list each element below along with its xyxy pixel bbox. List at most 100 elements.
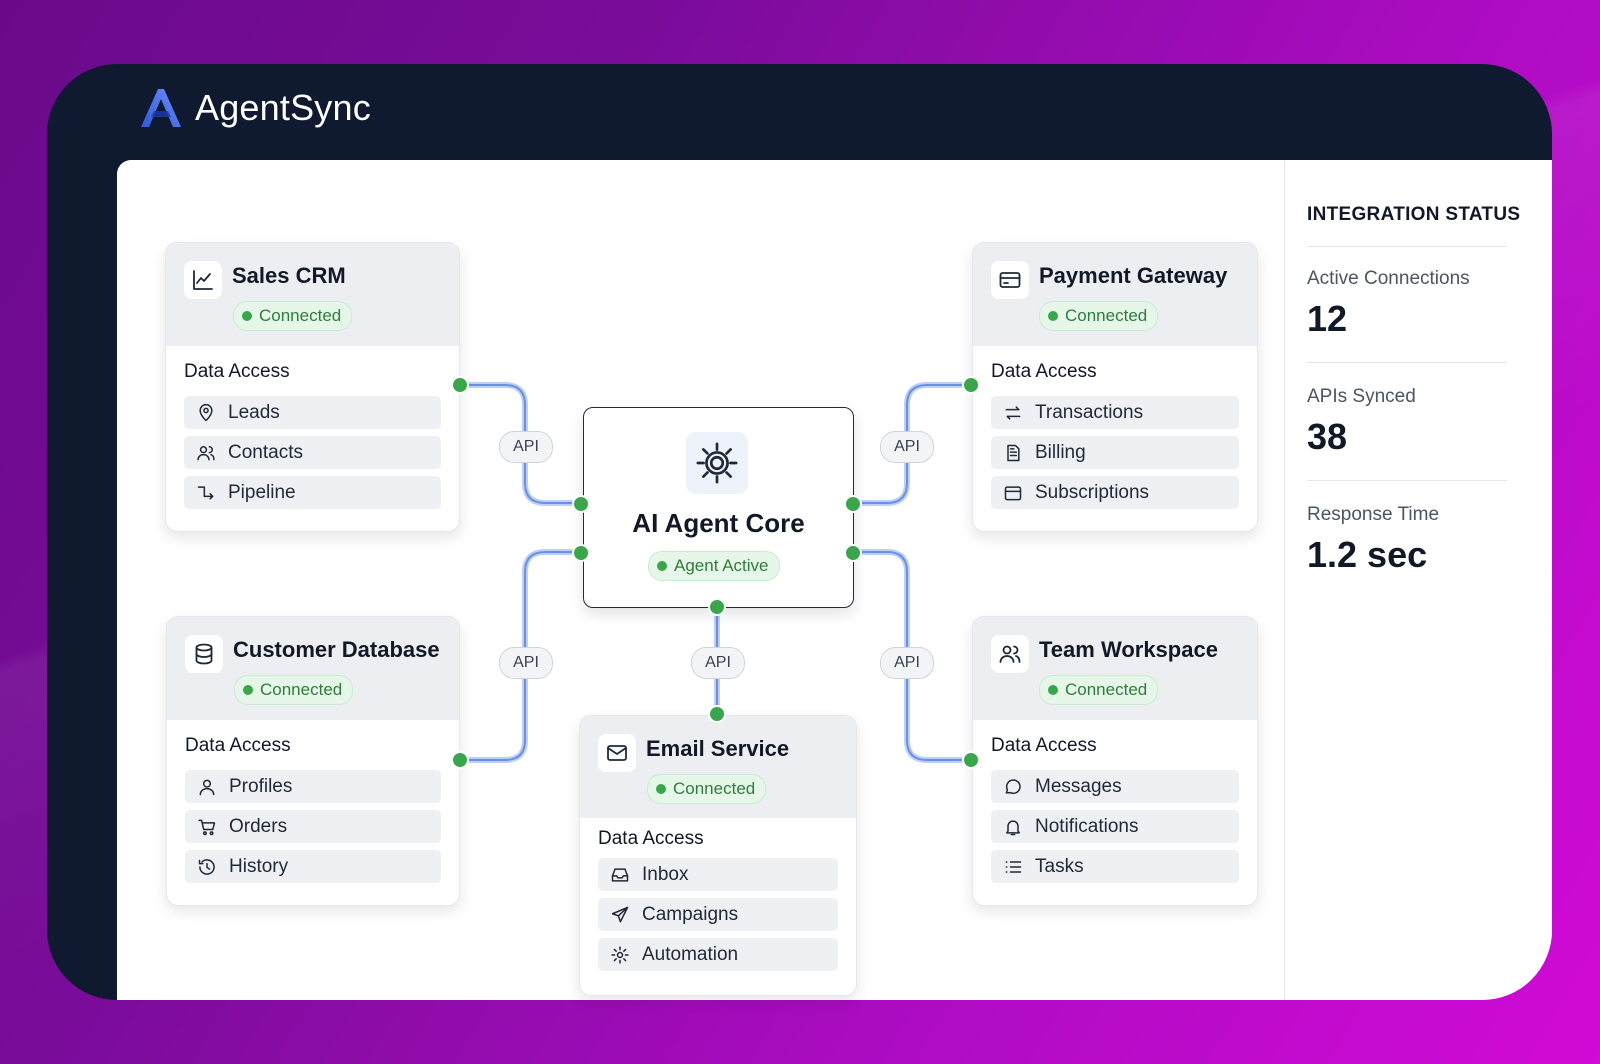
gear-icon <box>686 432 748 494</box>
ai-agent-core[interactable]: AI Agent Core Agent Active <box>583 407 854 608</box>
map-pin-icon <box>199 403 213 421</box>
item-label: Orders <box>229 815 288 837</box>
history-icon <box>198 858 215 875</box>
divider <box>1307 246 1507 247</box>
list-item-billing[interactable]: Billing <box>991 436 1239 469</box>
connection-dot[interactable] <box>962 751 980 769</box>
connection-dot[interactable] <box>451 751 469 769</box>
list-item-history[interactable]: History <box>185 850 441 883</box>
list-item-messages[interactable]: Messages <box>991 770 1239 803</box>
connection-dot[interactable] <box>844 544 862 562</box>
api-label-email-service: API <box>691 647 745 679</box>
inbox-icon <box>611 867 629 882</box>
cart-icon <box>198 819 216 835</box>
connection-dot[interactable] <box>962 376 980 394</box>
list-item-notifications[interactable]: Notifications <box>991 810 1239 843</box>
item-label: Automation <box>642 943 739 965</box>
status-badge: Connected <box>1039 301 1159 331</box>
card-payment-gateway[interactable]: Payment Gateway Connected Data Access Tr… <box>972 242 1258 532</box>
status-badge: Connected <box>234 675 354 705</box>
card-team-workspace[interactable]: Team Workspace Connected Data Access Mes… <box>972 616 1258 906</box>
section-label: Data Access <box>184 361 290 382</box>
chart-line-icon <box>184 261 222 299</box>
list-item-transactions[interactable]: Transactions <box>991 396 1239 429</box>
list-item-inbox[interactable]: Inbox <box>598 858 838 891</box>
connection-dot[interactable] <box>708 705 726 723</box>
status-text: Connected <box>1065 680 1148 699</box>
card-customer-database[interactable]: Customer Database Connected Data Access … <box>166 616 460 906</box>
user-icon <box>199 779 215 795</box>
api-label-payment-gateway: API <box>880 431 934 463</box>
status-dot <box>1048 311 1058 321</box>
section-label: Data Access <box>598 828 704 849</box>
connection-dot[interactable] <box>844 495 862 513</box>
list-item-subscriptions[interactable]: Subscriptions <box>991 476 1239 509</box>
list-item-pipeline[interactable]: Pipeline <box>184 476 441 509</box>
connection-dot[interactable] <box>572 544 590 562</box>
core-title: AI Agent Core <box>632 508 805 538</box>
list-item-leads[interactable]: Leads <box>184 396 441 429</box>
status-badge: Connected <box>647 774 767 804</box>
list-item-profiles[interactable]: Profiles <box>185 770 441 803</box>
metric-value-response-time: 1.2 sec <box>1307 534 1428 575</box>
item-label: Subscriptions <box>1035 481 1150 503</box>
metric-value-apis-synced: 38 <box>1307 416 1348 457</box>
item-label: Tasks <box>1035 855 1084 877</box>
brand-name: AgentSync <box>195 87 371 128</box>
card-title: Sales CRM <box>232 263 346 288</box>
team-icon <box>991 635 1029 673</box>
connection-dot[interactable] <box>451 376 469 394</box>
credit-card-icon <box>991 261 1029 299</box>
arrows-swap-icon <box>1005 405 1021 420</box>
status-dot <box>657 561 667 571</box>
cog-icon <box>611 945 629 964</box>
api-label-customer-database: API <box>499 647 553 679</box>
status-text: Agent Active <box>674 556 769 575</box>
status-dot <box>242 311 252 321</box>
item-label: Campaigns <box>642 903 739 925</box>
integration-status-panel: INTEGRATION STATUS Active Connections 12… <box>1284 160 1552 1000</box>
status-text: Connected <box>673 779 756 798</box>
item-label: Leads <box>228 401 280 423</box>
list-item-orders[interactable]: Orders <box>185 810 441 843</box>
list-item-tasks[interactable]: Tasks <box>991 850 1239 883</box>
status-dot <box>656 784 666 794</box>
item-label: History <box>229 855 289 877</box>
section-label: Data Access <box>185 735 291 756</box>
status-dot <box>243 685 253 695</box>
status-badge: Connected <box>1039 675 1159 705</box>
connection-dot[interactable] <box>572 495 590 513</box>
database-icon <box>185 635 223 673</box>
item-label: Pipeline <box>228 481 296 503</box>
item-label: Transactions <box>1035 401 1144 423</box>
brand-logo[interactable]: AgentSync <box>137 84 371 132</box>
metric-label-response-time: Response Time <box>1307 504 1440 525</box>
item-label: Notifications <box>1035 815 1139 837</box>
item-label: Billing <box>1035 441 1086 463</box>
card-title: Email Service <box>646 736 790 761</box>
list-item-contacts[interactable]: Contacts <box>184 436 441 469</box>
agentsync-logo-icon <box>141 89 181 127</box>
chat-icon <box>1005 778 1021 794</box>
connection-dot[interactable] <box>708 598 726 616</box>
item-label: Messages <box>1035 775 1122 797</box>
card-title: Payment Gateway <box>1039 263 1228 288</box>
calendar-icon <box>1004 485 1022 500</box>
status-badge: Connected <box>233 301 353 331</box>
list-item-automation[interactable]: Automation <box>598 938 838 971</box>
mail-icon <box>598 734 636 772</box>
status-text: Connected <box>259 306 342 325</box>
card-title: Team Workspace <box>1039 637 1218 662</box>
list-item-campaigns[interactable]: Campaigns <box>598 898 838 931</box>
status-text: Connected <box>260 680 343 699</box>
card-email-service[interactable]: Email Service Connected Data Access Inbo… <box>579 715 857 996</box>
item-label: Contacts <box>228 441 303 463</box>
item-label: Inbox <box>642 863 689 885</box>
pipeline-icon <box>197 485 214 500</box>
api-label-sales-crm: API <box>499 431 553 463</box>
api-label-team-workspace: API <box>880 647 934 679</box>
item-label: Profiles <box>229 775 293 797</box>
metric-label-active-connections: Active Connections <box>1307 268 1470 289</box>
panel-title: INTEGRATION STATUS <box>1307 204 1521 225</box>
card-sales-crm[interactable]: Sales CRM Connected Data Access Leads Co… <box>165 242 460 532</box>
